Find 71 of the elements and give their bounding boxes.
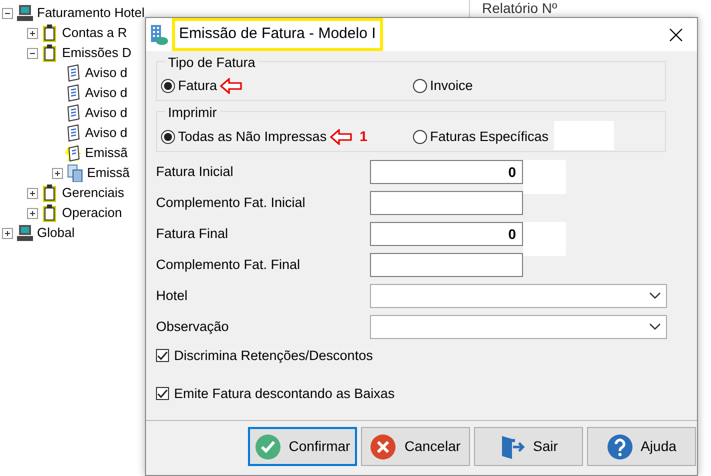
expand-icon[interactable]	[52, 168, 63, 178]
tree-item[interactable]: Operacion	[62, 203, 122, 223]
close-icon	[669, 28, 683, 42]
checkbox-label[interactable]: Discrimina Retenções/Descontos	[174, 346, 373, 366]
radio-label[interactable]: Faturas Específicas	[430, 126, 549, 147]
building-icon	[150, 24, 168, 46]
field-label: Fatura Inicial	[156, 163, 234, 182]
chevron-down-icon	[649, 323, 661, 332]
radio-label[interactable]: Invoice	[430, 76, 473, 96]
collapse-icon[interactable]	[2, 8, 13, 18]
checkmark-icon	[157, 388, 168, 400]
starred-document-icon	[64, 144, 82, 162]
tree-item[interactable]: Emissões D	[62, 43, 132, 63]
expand-icon[interactable]	[27, 28, 38, 38]
radio-label[interactable]: Fatura	[178, 76, 218, 96]
field-label: Hotel	[156, 287, 189, 306]
field-label: Complemento Fat. Inicial	[156, 194, 306, 212]
tree-item[interactable]: Global	[37, 223, 75, 243]
panel-heading: Relatório Nº	[482, 0, 558, 16]
tree-item[interactable]: Aviso d	[85, 103, 128, 123]
tree-item[interactable]: Faturamento Hotel	[37, 3, 145, 23]
computer-icon	[16, 4, 34, 22]
tree-item[interactable]: Gerenciais	[62, 183, 124, 203]
checkbox-label[interactable]: Emite Fatura descontando as Baixas	[174, 384, 395, 404]
blank-area	[523, 222, 566, 256]
field-label: Fatura Final	[156, 225, 230, 244]
tree-item[interactable]: Emissã	[85, 143, 128, 163]
checkbox[interactable]	[156, 349, 169, 362]
radio-button[interactable]	[161, 130, 175, 144]
dropdown-field[interactable]	[370, 315, 667, 340]
tree-item[interactable]: Aviso d	[85, 63, 128, 83]
pages-icon	[66, 164, 84, 182]
tree-item[interactable]: Aviso d	[85, 123, 128, 143]
dialog-button[interactable]: Confirmar	[248, 427, 357, 466]
expand-icon[interactable]	[27, 208, 38, 218]
window-title: Emissão de Fatura - Modelo I	[172, 18, 383, 51]
tree-item[interactable]: Contas a R	[62, 23, 128, 43]
radio-button[interactable]	[413, 79, 427, 94]
radio-label[interactable]: Todas as Não Impressas	[178, 126, 327, 147]
computer-icon	[16, 224, 34, 242]
check-icon	[254, 434, 281, 460]
expand-icon[interactable]	[27, 188, 38, 198]
exit-door-icon	[499, 434, 526, 460]
collapse-icon[interactable]	[27, 48, 38, 58]
input-field[interactable]	[370, 253, 523, 278]
help-icon	[606, 434, 633, 460]
expand-icon[interactable]	[2, 228, 13, 238]
dialog-button[interactable]: Cancelar	[361, 427, 470, 466]
annotation-number: 1	[360, 127, 368, 146]
radio-button[interactable]	[161, 79, 175, 94]
blank-area	[554, 121, 614, 150]
dialog-button[interactable]: Ajuda	[587, 427, 696, 466]
checkmark-icon	[157, 350, 168, 362]
input-field[interactable]: 0	[370, 222, 523, 246]
clipboard-icon	[41, 24, 59, 42]
dropdown-field[interactable]	[370, 284, 667, 308]
tree-item[interactable]: Aviso d	[85, 83, 128, 103]
radio-button[interactable]	[413, 130, 427, 144]
input-field[interactable]: 0	[370, 160, 523, 184]
blank-area	[523, 160, 566, 194]
dialog-button[interactable]: Sair	[474, 427, 583, 466]
clipboard-icon	[41, 44, 59, 62]
chevron-down-icon	[649, 292, 661, 300]
clipboard-icon	[41, 184, 59, 202]
clipboard-icon	[41, 204, 59, 222]
tree-item[interactable]: Emissã	[87, 163, 130, 183]
checkbox[interactable]	[156, 387, 169, 400]
cancel-icon	[370, 434, 396, 460]
field-label: Complemento Fat. Final	[156, 256, 302, 274]
input-field[interactable]	[370, 191, 523, 216]
field-label: Observação	[156, 318, 230, 336]
